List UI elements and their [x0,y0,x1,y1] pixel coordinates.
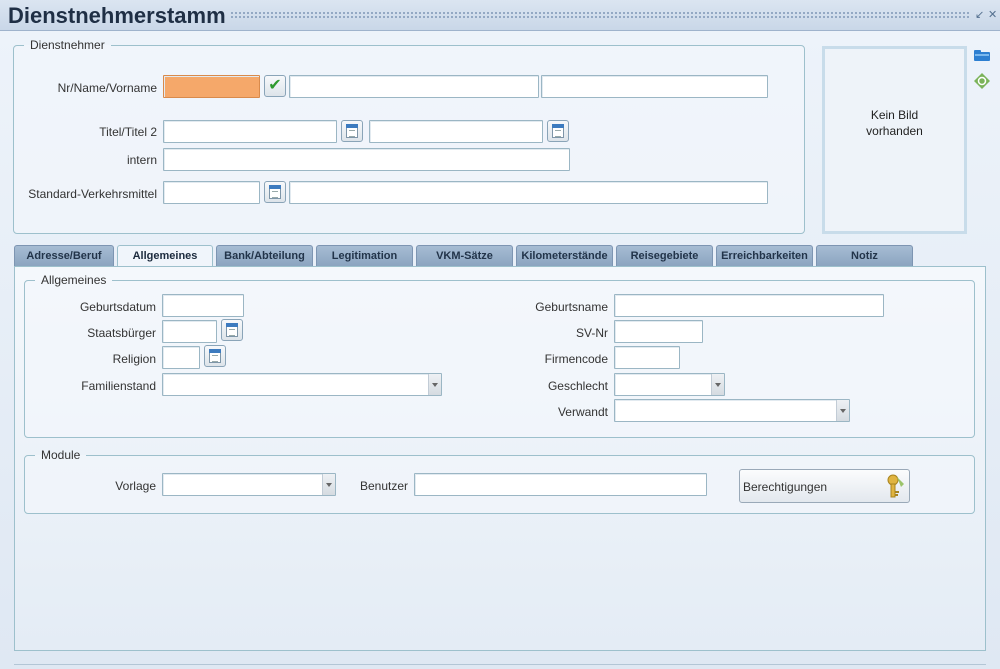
tab-kilometerstaende[interactable]: Kilometerstände [516,245,613,267]
titel-input[interactable] [163,120,337,143]
window-title: Dienstnehmerstamm [8,3,226,28]
tab-legitimation[interactable]: Legitimation [316,245,413,267]
minimize-icon[interactable]: ↙ [975,9,984,21]
staatsbuerger-label: Staatsbürger [87,326,156,340]
title-bar: Dienstnehmerstamm ↙ ✕ [0,0,1000,31]
title-bar-pattern [230,11,970,20]
tab-erreichbarkeiten[interactable]: Erreichbarkeiten [716,245,813,267]
tab-allgemeines[interactable]: Allgemeines [117,245,213,268]
name-label: Nr/Name/Vorname [57,81,157,95]
vorlage-label: Vorlage [115,479,156,493]
chevron-down-icon[interactable] [428,374,441,395]
photo-text-line2: vorhanden [866,124,923,138]
tab-adresse-beruf[interactable]: Adresse/Beruf [14,245,114,267]
verkehrsmittel-label: Standard-Verkehrsmittel [28,187,157,201]
firmencode-input[interactable] [614,346,680,369]
titel-picker-icon[interactable] [341,120,363,142]
religion-picker-icon[interactable] [204,345,226,367]
divider [14,664,986,665]
tab-bank-abteilung[interactable]: Bank/Abteilung [216,245,313,267]
chevron-down-icon[interactable] [711,374,724,395]
titel2-picker-icon[interactable] [547,120,569,142]
photo-placeholder[interactable]: Kein Bild vorhanden [822,46,967,234]
nr-input[interactable] [163,75,260,98]
familienstand-select[interactable] [162,373,442,396]
benutzer-label: Benutzer [359,479,408,493]
staatsbuerger-picker-icon[interactable] [221,319,243,341]
geschlecht-select[interactable] [614,373,725,396]
verkehrsmittel-picker-icon[interactable] [264,181,286,203]
religion-input[interactable] [162,346,200,369]
staatsbuerger-input[interactable] [162,320,217,343]
module-legend: Module [41,448,81,462]
vorlage-select[interactable] [162,473,336,496]
geburtsdatum-input[interactable] [162,294,244,317]
verwandt-select[interactable] [614,399,850,422]
geburtsdatum-label: Geburtsdatum [79,300,156,314]
verkehrsmittel-code-input[interactable] [163,181,260,204]
refresh-icon[interactable] [974,73,990,89]
berechtigungen-label: Berechtigungen [743,480,828,494]
chevron-down-icon[interactable] [836,400,849,421]
verwandt-label: Verwandt [557,405,608,419]
svnr-label: SV-Nr [575,326,608,340]
geschlecht-label: Geschlecht [547,379,608,393]
check-icon[interactable]: ✔ [264,75,286,97]
key-icon [880,474,906,503]
geburtsname-label: Geburtsname [535,300,608,314]
folder-icon[interactable] [974,49,990,62]
dienstnehmer-legend: Dienstnehmer [30,38,105,52]
chevron-down-icon[interactable] [322,474,335,495]
tab-notiz[interactable]: Notiz [816,245,913,267]
geburtsname-input[interactable] [614,294,884,317]
tab-reisegebiete[interactable]: Reisegebiete [616,245,713,267]
berechtigungen-button[interactable]: Berechtigungen [739,469,910,503]
svnr-input[interactable] [614,320,703,343]
familienstand-label: Familienstand [81,379,156,393]
name-input[interactable] [289,75,539,98]
allgemeines-legend: Allgemeines [41,273,107,287]
titel2-input[interactable] [369,120,543,143]
firmencode-label: Firmencode [544,352,608,366]
tab-vkm-saetze[interactable]: VKM-Sätze [416,245,513,267]
verkehrsmittel-text-input[interactable] [289,181,768,204]
benutzer-input[interactable] [414,473,707,496]
intern-label: intern [126,153,157,167]
vorname-input[interactable] [541,75,768,98]
main-area: Dienstnehmer Nr/Name/Vorname ✔ Titel/Tit… [0,31,1000,669]
titel-label: Titel/Titel 2 [99,125,157,139]
intern-input[interactable] [163,148,570,171]
close-icon[interactable]: ✕ [988,9,997,21]
photo-text-line1: Kein Bild [870,108,919,122]
religion-label: Religion [112,352,156,366]
